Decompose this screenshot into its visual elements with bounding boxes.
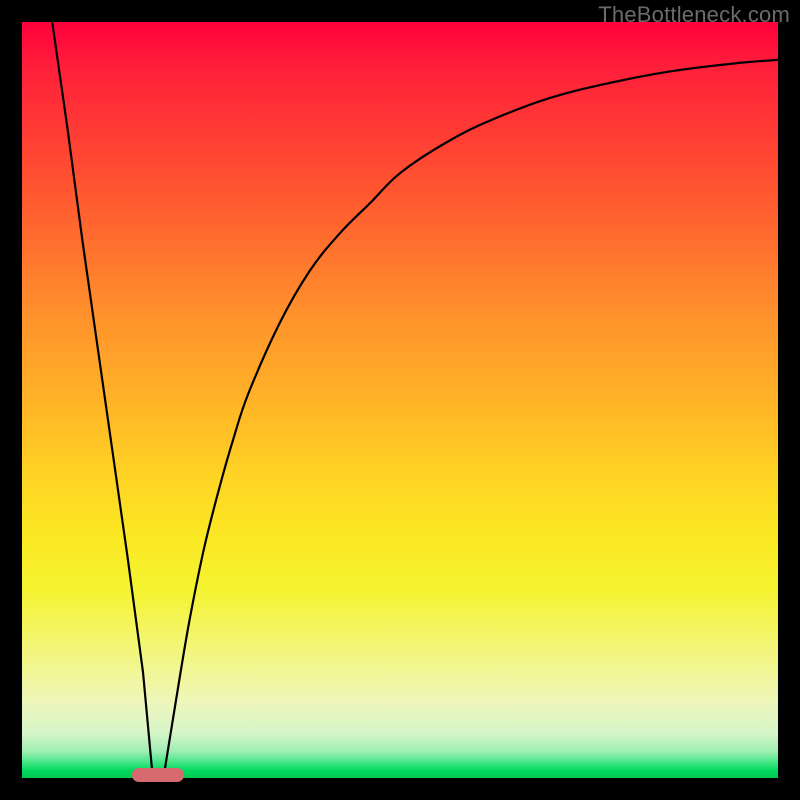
bottleneck-marker	[132, 768, 184, 782]
bottleneck-curve	[22, 22, 778, 778]
watermark-text: TheBottleneck.com	[598, 2, 790, 28]
chart-frame: TheBottleneck.com	[0, 0, 800, 800]
plot-area	[22, 22, 778, 778]
